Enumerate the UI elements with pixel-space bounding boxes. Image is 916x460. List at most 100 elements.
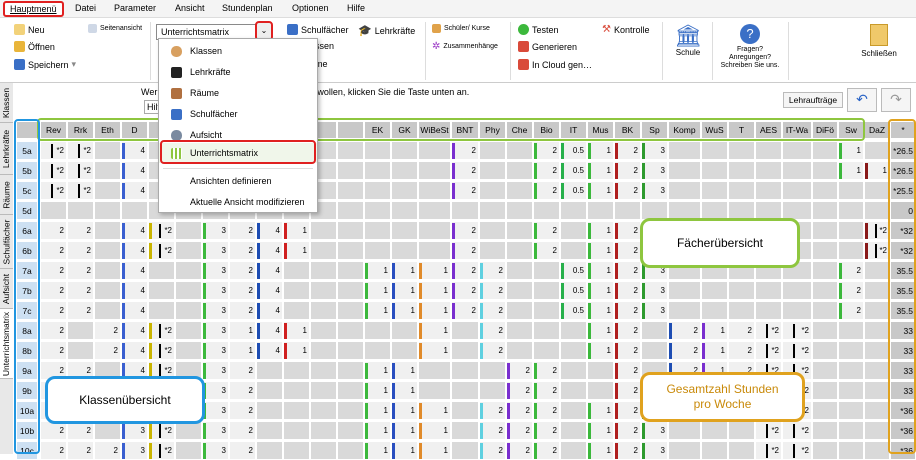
matrix-cell[interactable] xyxy=(755,141,782,160)
testen-button[interactable]: Testen xyxy=(518,24,559,35)
schliessen-button[interactable]: Schließen xyxy=(854,24,904,58)
matrix-cell[interactable]: 2 xyxy=(451,221,479,240)
matrix-cell[interactable]: 1 xyxy=(587,321,614,340)
matrix-cell[interactable] xyxy=(864,301,890,320)
matrix-cell[interactable]: 2 xyxy=(479,301,506,320)
matrix-cell[interactable] xyxy=(364,141,391,160)
matrix-cell[interactable]: 4 xyxy=(256,221,283,240)
matrix-cell[interactable] xyxy=(506,201,533,220)
matrix-cell[interactable]: 3 xyxy=(202,281,229,300)
matrix-cell[interactable] xyxy=(40,201,67,220)
matrix-cell[interactable]: 3 xyxy=(202,441,229,460)
matrix-cell[interactable] xyxy=(728,421,755,440)
matrix-cell[interactable] xyxy=(175,241,202,260)
menu-optionen[interactable]: Optionen xyxy=(292,3,329,13)
matrix-cell[interactable]: 2 xyxy=(229,361,256,380)
matrix-cell[interactable]: 2 xyxy=(94,441,121,460)
matrix-cell[interactable] xyxy=(337,221,364,240)
matrix-cell[interactable]: 2 xyxy=(533,221,560,240)
matrix-cell[interactable] xyxy=(310,401,337,420)
matrix-cell[interactable] xyxy=(256,381,283,400)
matrix-cell[interactable] xyxy=(418,241,451,260)
matrix-cell[interactable]: 1 xyxy=(283,321,310,340)
matrix-cell[interactable] xyxy=(337,261,364,280)
menu-datei[interactable]: Datei xyxy=(75,3,96,13)
matrix-cell[interactable] xyxy=(283,281,310,300)
matrix-cell[interactable]: 1 xyxy=(587,421,614,440)
subject-header[interactable]: EK xyxy=(364,121,391,139)
matrix-cell[interactable] xyxy=(812,241,838,260)
matrix-cell[interactable] xyxy=(337,241,364,260)
matrix-cell[interactable] xyxy=(812,221,838,240)
matrix-cell[interactable]: 2 xyxy=(506,441,533,460)
matrix-cell[interactable]: 3 xyxy=(202,221,229,240)
matrix-cell[interactable] xyxy=(506,321,533,340)
matrix-cell[interactable]: 2 xyxy=(40,261,67,280)
matrix-cell[interactable] xyxy=(560,221,587,240)
matrix-cell[interactable]: 4 xyxy=(121,241,148,260)
matrix-cell[interactable] xyxy=(364,321,391,340)
sidebar-tab-unterrichtsmatrix[interactable]: Unterrichtsmatrix xyxy=(0,309,13,379)
matrix-cell[interactable]: 2 xyxy=(94,341,121,360)
matrix-cell[interactable] xyxy=(94,161,121,180)
class-row-label[interactable]: 9a xyxy=(16,361,38,380)
matrix-cell[interactable] xyxy=(812,401,838,420)
matrix-cell[interactable]: 2 xyxy=(533,381,560,400)
matrix-cell[interactable]: 1 xyxy=(391,301,418,320)
class-row-label[interactable]: 5a xyxy=(16,141,38,160)
matrix-cell[interactable]: 2 xyxy=(40,241,67,260)
matrix-cell[interactable] xyxy=(560,381,587,400)
sidebar-tab-lehrkraefte[interactable]: Lehrkräfte xyxy=(0,123,13,175)
matrix-cell[interactable] xyxy=(337,141,364,160)
matrix-cell[interactable] xyxy=(391,241,418,260)
subject-header[interactable]: AES xyxy=(755,121,782,139)
matrix-cell[interactable]: 2 xyxy=(229,221,256,240)
matrix-cell[interactable] xyxy=(864,341,890,360)
matrix-cell[interactable] xyxy=(701,421,728,440)
matrix-cell[interactable] xyxy=(812,421,838,440)
matrix-cell[interactable]: 3 xyxy=(641,181,668,200)
matrix-cell[interactable]: *2 xyxy=(755,341,782,360)
matrix-cell[interactable]: 1 xyxy=(364,361,391,380)
speichern-button[interactable]: Speichern ▾ xyxy=(14,59,76,70)
matrix-cell[interactable]: 2 xyxy=(728,341,755,360)
matrix-cell[interactable]: 0.5 xyxy=(560,161,587,180)
matrix-cell[interactable] xyxy=(668,301,701,320)
matrix-cell[interactable] xyxy=(283,261,310,280)
matrix-cell[interactable]: 3 xyxy=(202,261,229,280)
matrix-cell[interactable] xyxy=(391,141,418,160)
matrix-cell[interactable]: *2 xyxy=(782,321,812,340)
subject-header[interactable]: Komp xyxy=(668,121,701,139)
matrix-cell[interactable]: 4 xyxy=(121,321,148,340)
matrix-cell[interactable] xyxy=(812,441,838,460)
matrix-cell[interactable]: 1 xyxy=(364,261,391,280)
matrix-cell[interactable] xyxy=(560,401,587,420)
matrix-cell[interactable]: 3 xyxy=(202,341,229,360)
matrix-cell[interactable] xyxy=(283,361,310,380)
subject-header[interactable]: T xyxy=(728,121,755,139)
matrix-cell[interactable]: 1 xyxy=(587,341,614,360)
matrix-cell[interactable] xyxy=(175,441,202,460)
matrix-cell[interactable] xyxy=(148,261,175,280)
matrix-cell[interactable] xyxy=(310,341,337,360)
matrix-cell[interactable] xyxy=(641,341,668,360)
matrix-cell[interactable] xyxy=(337,361,364,380)
matrix-cell[interactable]: 1 xyxy=(391,281,418,300)
matrix-cell[interactable] xyxy=(506,241,533,260)
matrix-cell[interactable] xyxy=(337,281,364,300)
subject-header[interactable]: Sw xyxy=(838,121,864,139)
matrix-cell[interactable]: 1 xyxy=(391,421,418,440)
subject-header[interactable]: WiBeSt xyxy=(418,121,451,139)
matrix-cell[interactable]: *2 xyxy=(67,141,94,160)
matrix-cell[interactable]: 1 xyxy=(418,261,451,280)
matrix-cell[interactable] xyxy=(728,141,755,160)
matrix-cell[interactable]: 2 xyxy=(533,181,560,200)
matrix-cell[interactable]: *2 xyxy=(864,221,890,240)
matrix-cell[interactable] xyxy=(668,181,701,200)
subject-header[interactable]: Sp xyxy=(641,121,668,139)
kontrolle-button[interactable]: ⚒ Kontrolle xyxy=(602,24,650,35)
matrix-cell[interactable]: 3 xyxy=(641,421,668,440)
matrix-cell[interactable] xyxy=(838,421,864,440)
subject-header[interactable]: IT xyxy=(560,121,587,139)
matrix-cell[interactable]: 2 xyxy=(614,441,641,460)
